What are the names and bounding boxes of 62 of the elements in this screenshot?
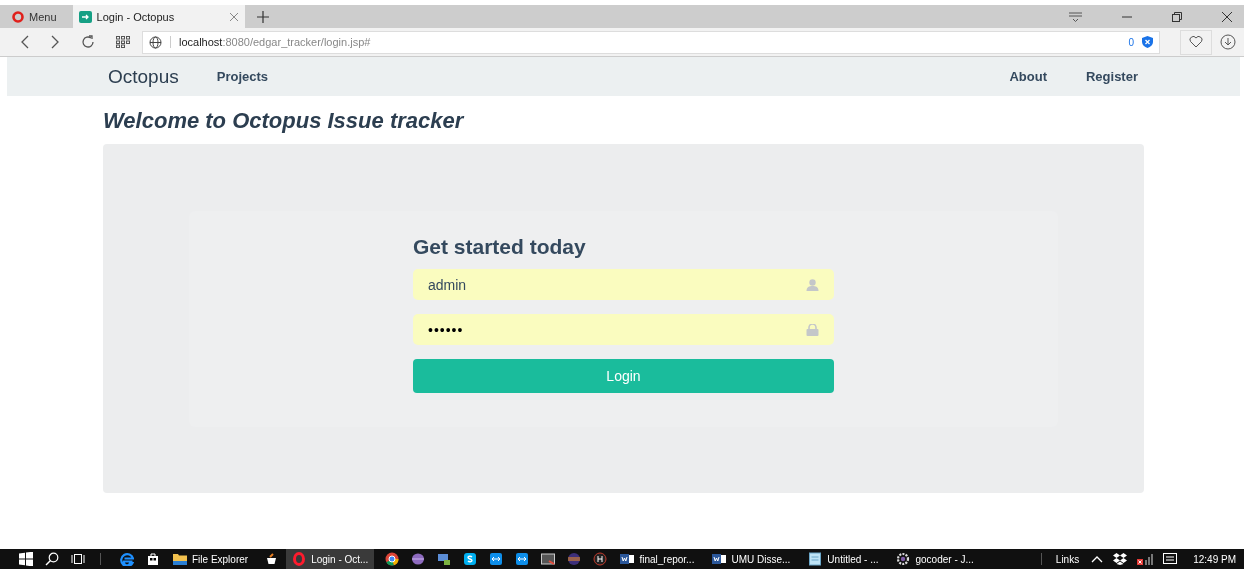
forward-icon[interactable] [50, 35, 60, 49]
page-favicon-icon [78, 10, 92, 23]
monitor-icon [437, 552, 452, 566]
close-icon[interactable] [1222, 11, 1232, 22]
shield-icon [1142, 36, 1153, 48]
address-field[interactable]: localhost:8080/edgar_tracker/login.jsp# 0 [142, 30, 1160, 54]
blocked-count: 0 [1128, 36, 1134, 48]
notification-icon[interactable] [1163, 552, 1178, 566]
taskbar-button[interactable]: Login - Oct... [286, 549, 375, 569]
taskbar-button[interactable]: File Explorer [167, 549, 255, 569]
opera-logo-icon [12, 10, 24, 23]
clock-time[interactable]: 12:49 PM [1193, 553, 1236, 565]
new-tab-icon[interactable] [256, 10, 269, 23]
search-icon [45, 552, 59, 566]
url-text: localhost:8080/edgar_tracker/login.jsp# [170, 36, 371, 48]
password-field[interactable]: •••••• [413, 314, 834, 345]
links-toolbar[interactable]: Links [1055, 553, 1080, 565]
nav-link[interactable]: Register [1085, 69, 1138, 84]
circle-logo-icon [385, 552, 400, 566]
arrows-icon [515, 552, 530, 566]
taskbar-button[interactable]: UMU Disse... [706, 549, 797, 569]
browser-tab[interactable]: Login - Octopus [72, 5, 245, 28]
nav-link[interactable]: About [1009, 69, 1047, 84]
arrows-icon [489, 552, 504, 566]
nav-link[interactable]: Projects [216, 69, 269, 84]
box-logo-icon[interactable] [1113, 553, 1128, 565]
user-icon [806, 278, 819, 291]
wifi-warning-icon[interactable] [1137, 553, 1154, 565]
windows-logo-icon [19, 552, 33, 566]
back-icon[interactable] [20, 35, 30, 49]
taskbar-button[interactable]: gocoder - J... [890, 549, 980, 569]
taskbar-button[interactable]: Untitled - ... [802, 549, 885, 569]
menu-button[interactable]: Menu [8, 5, 61, 28]
reload-icon[interactable] [80, 34, 96, 50]
form-title: Get started today [413, 235, 587, 259]
window-icon [541, 552, 556, 566]
lock-icon [806, 323, 819, 336]
chevron-up-icon[interactable] [1091, 555, 1104, 563]
download-icon[interactable] [1220, 34, 1236, 50]
tab-menu-icon[interactable] [1069, 10, 1082, 23]
task-view-icon [71, 552, 85, 566]
sphere-icon [411, 552, 426, 566]
document-icon [620, 552, 635, 566]
folder-icon [173, 552, 187, 566]
brand-link[interactable]: Octopus [108, 65, 179, 88]
notepad-icon [808, 552, 823, 566]
ring-logo-icon [292, 552, 307, 566]
eclipse-icon [567, 552, 582, 566]
e-logo-icon [120, 552, 134, 566]
grid-icon[interactable] [116, 36, 130, 48]
restore-icon[interactable] [1172, 11, 1182, 22]
username-field[interactable]: admin [413, 269, 834, 300]
db-logo-icon [593, 552, 608, 566]
page-heading: Welcome to Octopus Issue tracker [103, 108, 466, 134]
gear-icon [896, 552, 911, 566]
tab-title: Login - Octopus [96, 10, 176, 23]
heart-icon[interactable] [1189, 36, 1203, 48]
globe-icon [149, 35, 162, 49]
document-icon [712, 552, 727, 566]
shopping-bag-icon [146, 552, 160, 566]
s-logo-icon [463, 552, 478, 566]
taskbar-button[interactable]: final_repor... [614, 549, 701, 569]
